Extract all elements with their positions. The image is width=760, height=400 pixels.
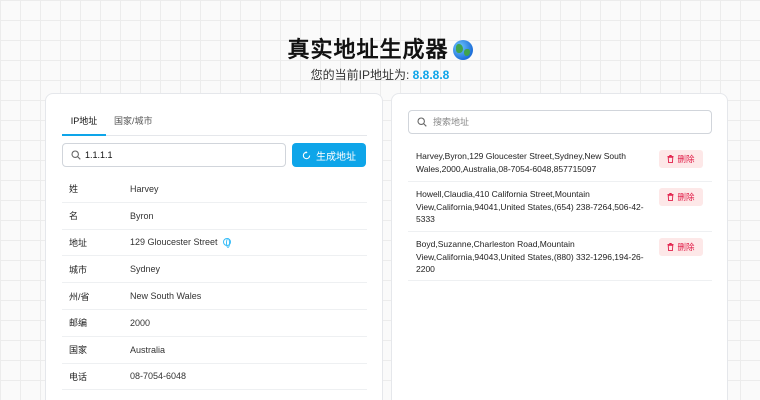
tab-bar: IP地址 国家/城市 xyxy=(62,112,367,136)
detail-value: 129 Gloucester Street xyxy=(130,237,231,249)
detail-key: 邮编 xyxy=(69,318,88,329)
detail-value: 2000 xyxy=(130,317,151,328)
detail-key: 州/省 xyxy=(69,291,90,302)
detail-value: Sydney xyxy=(130,264,161,275)
detail-value: Byron xyxy=(130,210,154,221)
history-list: Harvey,Byron,129 Gloucester Street,Sydne… xyxy=(408,144,712,281)
ip-input[interactable] xyxy=(85,147,280,163)
list-item: Harvey,Byron,129 Gloucester Street,Sydne… xyxy=(408,144,712,182)
generator-panel: IP地址 国家/城市 生成地址 姓 Harvey 名 Byron 地址 129 Glo… xyxy=(45,93,383,400)
detail-key: 国家 xyxy=(69,345,88,356)
detail-row-zip: 邮编 2000 xyxy=(62,310,367,337)
ip-input-wrapper xyxy=(62,143,286,167)
tab-country-city[interactable]: 国家/城市 xyxy=(114,112,153,136)
search-icon xyxy=(71,150,81,160)
delete-button[interactable]: 删除 xyxy=(659,188,703,206)
detail-key: 城市 xyxy=(69,264,88,275)
trash-icon xyxy=(667,193,674,201)
list-item: Howell,Claudia,410 California Street,Mou… xyxy=(408,182,712,232)
address-details-table: 姓 Harvey 名 Byron 地址 129 Gloucester Street 城… xyxy=(62,176,367,391)
detail-key: 名 xyxy=(69,211,79,222)
delete-button[interactable]: 删除 xyxy=(659,150,703,168)
current-ip-line: 您的当前IP地址为: 8.8.8.8 xyxy=(310,68,450,82)
detail-value: 08-7054-6048 xyxy=(130,371,187,382)
history-item-text: Boyd,Suzanne,Charleston Road,Mountain Vi… xyxy=(416,239,644,274)
tab-ip-address[interactable]: IP地址 xyxy=(62,112,106,136)
page-header: 真实地址生成器 您的当前IP地址为: 8.8.8.8 xyxy=(0,36,760,83)
detail-value: Australia xyxy=(130,344,166,355)
trash-icon xyxy=(667,155,674,163)
detail-row-address: 地址 129 Gloucester Street xyxy=(62,230,367,257)
detail-key: 地址 xyxy=(69,237,88,248)
detail-row-first-name: 名 Byron xyxy=(62,203,367,230)
detail-row-country: 国家 Australia xyxy=(62,337,367,364)
refresh-icon xyxy=(302,150,311,159)
history-search-input[interactable] xyxy=(433,114,703,130)
detail-row-city: 城市 Sydney xyxy=(62,256,367,284)
history-search-wrapper xyxy=(408,110,712,134)
history-item-text: Harvey,Byron,129 Gloucester Street,Sydne… xyxy=(416,151,626,174)
detail-row-state: 州/省 New South Wales xyxy=(62,283,367,310)
history-item-text: Howell,Claudia,410 California Street,Mou… xyxy=(416,189,644,224)
detail-key: 姓 xyxy=(69,184,79,195)
detail-value: New South Wales xyxy=(130,291,202,302)
generate-button[interactable]: 生成地址 xyxy=(292,143,366,167)
detail-row-phone: 电话 08-7054-6048 xyxy=(62,364,367,391)
detail-key: 电话 xyxy=(69,371,88,382)
detail-row-last-name: 姓 Harvey xyxy=(62,176,367,203)
page-title: 真实地址生成器 xyxy=(0,36,760,64)
history-panel: Harvey,Byron,129 Gloucester Street,Sydne… xyxy=(391,93,728,400)
list-item: Boyd,Suzanne,Charleston Road,Mountain Vi… xyxy=(408,232,712,281)
current-ip: 8.8.8.8 xyxy=(412,68,450,82)
delete-button[interactable]: 删除 xyxy=(659,238,703,256)
detail-value: Harvey xyxy=(130,183,159,194)
search-icon xyxy=(417,117,427,127)
map-globe-icon[interactable] xyxy=(222,238,231,249)
trash-icon xyxy=(667,243,674,251)
globe-icon xyxy=(452,40,473,60)
